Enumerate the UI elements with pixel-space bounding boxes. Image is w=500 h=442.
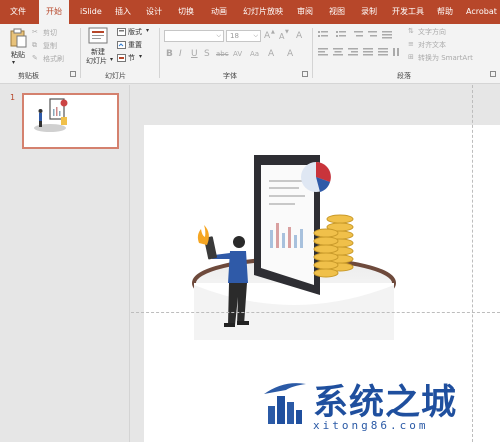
clipboard-launcher-icon[interactable]	[70, 71, 76, 77]
font-launcher-icon[interactable]	[302, 71, 308, 77]
new-slide-label[interactable]: 幻灯片	[86, 56, 107, 66]
watermark-url: xitong86.com	[313, 419, 429, 432]
paste-dropdown-icon[interactable]: ▾	[12, 59, 15, 66]
vertical-guide[interactable]	[472, 85, 473, 442]
strikethrough-button[interactable]: abc	[216, 50, 229, 58]
tab-record[interactable]: 录制	[361, 0, 377, 24]
watermark-logo-icon	[264, 383, 306, 424]
tab-transitions[interactable]: 切换	[178, 0, 194, 24]
cut-icon[interactable]: ✂	[32, 28, 38, 36]
tab-developer[interactable]: 开发工具	[392, 0, 424, 24]
tab-slideshow[interactable]: 幻灯片放映	[243, 0, 283, 24]
align-text-button[interactable]: 对齐文本	[418, 40, 446, 50]
convert-smartart-button[interactable]: 转换为 SmartArt	[418, 53, 473, 63]
watermark-title: 系统之城	[313, 383, 458, 423]
format-painter-button[interactable]: 格式刷	[43, 54, 64, 64]
tab-islide[interactable]: iSlide	[80, 0, 102, 24]
tab-design[interactable]: 设计	[146, 0, 162, 24]
tab-animations[interactable]: 动画	[211, 0, 227, 24]
cut-button[interactable]: 剪切	[43, 28, 57, 38]
shadow-button[interactable]: S	[204, 49, 210, 59]
tab-file[interactable]: 文件	[10, 0, 26, 24]
paste-icon[interactable]	[9, 28, 27, 48]
new-slide-icon[interactable]	[88, 27, 108, 45]
layout-icon[interactable]	[117, 28, 126, 36]
bold-button[interactable]: B	[166, 49, 173, 59]
text-direction-icon[interactable]: ⇅	[408, 27, 414, 35]
reset-icon[interactable]	[117, 41, 126, 49]
smartart-icon[interactable]: ⊞	[408, 53, 414, 61]
chevron-down-icon[interactable]: ⌵	[253, 32, 258, 40]
font-color-button[interactable]: A	[287, 49, 293, 59]
tab-insert[interactable]: 插入	[115, 0, 131, 24]
ribbon-tab-bar: 文件 开始 iSlide 插入 设计 切换 动画 幻灯片放映 审阅 视图 录制 …	[0, 0, 500, 25]
thumbnail-illustration	[34, 98, 68, 132]
tab-view[interactable]: 视图	[329, 0, 345, 24]
chevron-down-icon[interactable]: ⌵	[216, 32, 221, 40]
shrink-font-button[interactable]: A	[279, 32, 284, 41]
copy-icon[interactable]: ⧉	[32, 41, 37, 50]
layout-dropdown-icon[interactable]: ▾	[146, 27, 149, 34]
slides-group-label: 幻灯片	[105, 72, 126, 80]
group-separator	[159, 28, 160, 78]
group-separator	[312, 28, 313, 78]
paragraph-group-label: 段落	[397, 72, 411, 80]
ribbon: 粘贴 ▾ ✂ 剪切 ⧉ 复制 ✎ 格式刷 剪贴板 新建 幻灯片 ▾ 版式 ▾ 重…	[0, 24, 500, 84]
highlight-button[interactable]: A	[268, 49, 274, 59]
grow-font-button[interactable]: A	[264, 31, 270, 41]
paragraph-launcher-icon[interactable]	[490, 71, 496, 77]
horizontal-guide[interactable]	[131, 312, 500, 313]
font-group-label: 字体	[223, 72, 237, 80]
change-case-button[interactable]: Aa	[250, 50, 259, 58]
grow-font-arrow-icon: ▲	[271, 29, 275, 35]
text-direction-button[interactable]: 文字方向	[418, 27, 446, 37]
align-text-icon[interactable]: ≡	[408, 40, 414, 48]
format-painter-icon[interactable]: ✎	[32, 54, 38, 62]
copy-button[interactable]: 复制	[43, 41, 57, 51]
font-size-value: 18	[230, 32, 239, 40]
tab-home[interactable]: 开始	[39, 0, 69, 25]
section-dropdown-icon[interactable]: ▾	[139, 53, 142, 60]
slide-thumbnail[interactable]	[22, 93, 119, 149]
font-name-combo[interactable]: ⌵	[164, 30, 224, 42]
font-size-combo[interactable]: 18 ⌵	[226, 30, 261, 42]
layout-button[interactable]: 版式	[128, 27, 142, 37]
section-icon[interactable]	[117, 54, 126, 62]
new-slide-dropdown-icon[interactable]: ▾	[110, 56, 113, 63]
list-buttons-row	[318, 31, 392, 39]
tab-review[interactable]: 审阅	[297, 0, 313, 24]
align-buttons-row	[318, 48, 399, 56]
slide-number: 1	[10, 93, 16, 102]
clear-formatting-button[interactable]: A	[296, 31, 302, 41]
char-spacing-button[interactable]: AV	[233, 50, 242, 58]
shrink-font-arrow-icon: ▼	[285, 29, 289, 35]
underline-button[interactable]: U	[191, 49, 198, 59]
section-button[interactable]: 节	[128, 53, 135, 63]
italic-button[interactable]: I	[179, 49, 182, 59]
tab-help[interactable]: 帮助	[437, 0, 453, 24]
tab-acrobat[interactable]: Acrobat	[466, 0, 497, 24]
reset-button[interactable]: 重置	[128, 40, 142, 50]
clipboard-group-label: 剪贴板	[18, 72, 39, 80]
group-separator	[80, 28, 81, 78]
